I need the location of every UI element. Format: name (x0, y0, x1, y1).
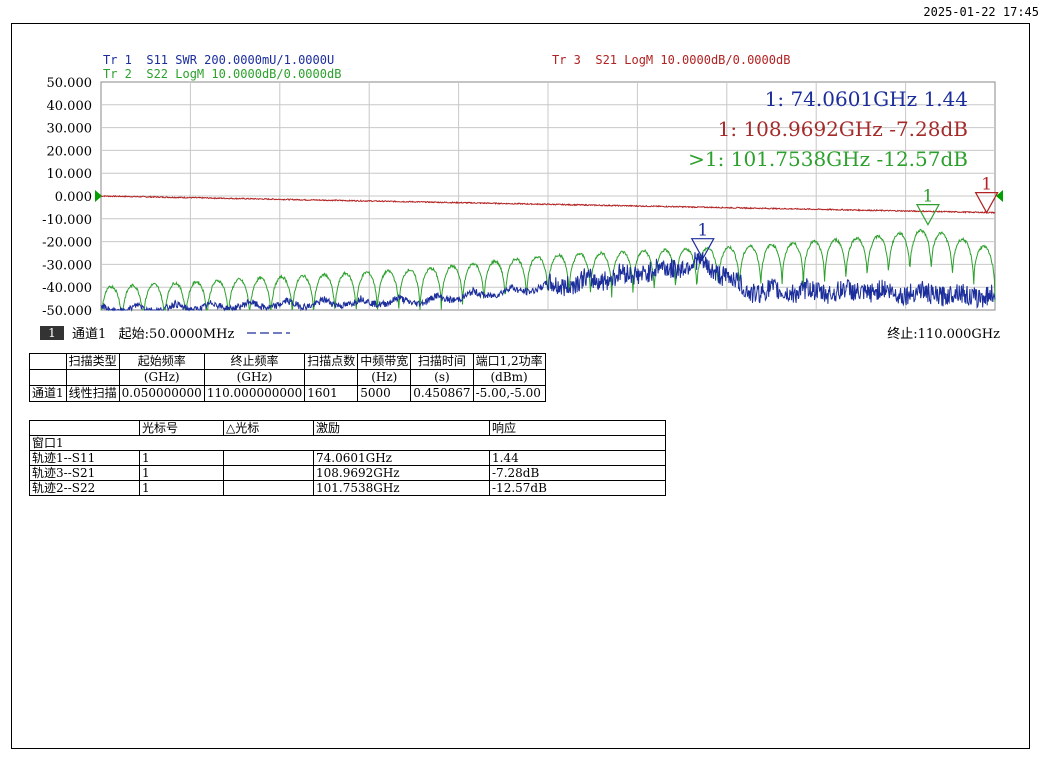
channel-table-header: 起始频率 (118, 353, 205, 370)
marker-label: 1 (923, 187, 934, 207)
channel-table-unit-row: (GHz) (GHz) (Hz) (s) (dBm) (29, 369, 546, 386)
marker-table-cell: 1 (139, 480, 224, 496)
channel-number: 1 (48, 326, 56, 340)
channel-table-unit: (Hz) (357, 369, 412, 386)
channel-table-header (29, 353, 67, 370)
marker-readout: 1: 108.9692GHz -7.28dB (718, 117, 968, 141)
channel-table-cell: -5.00,-5.00 (472, 385, 546, 402)
channel-table-header-row: 扫描类型 起始频率 终止频率 扫描点数 中频带宽 扫描时间 端口1,2功率 (29, 353, 546, 370)
channel-table-unit: (s) (410, 369, 474, 386)
marker-table-row: 轨迹2--S22 1 101.7538GHz -12.57dB (29, 480, 666, 496)
marker-table-header-row: 光标号 △光标 激励 响应 (29, 420, 666, 436)
channel-table-unit (304, 369, 359, 386)
y-tick-label: -10.000 (42, 213, 92, 228)
channel-table-unit (29, 369, 67, 386)
marker-table-window-label: 窗口1 (29, 435, 666, 451)
channel-bar: 1 通道1 起始:50.0000MHz 终止:110.000GHz (40, 326, 1000, 342)
trace-label-tr1[interactable]: Tr 1 S11 SWR 200.0000mU/1.0000U (103, 53, 334, 67)
channel-table-header: 端口1,2功率 (472, 353, 546, 370)
channel-table-cell: 线性扫描 (65, 385, 120, 402)
channel-settings-table: 扫描类型 起始频率 终止频率 扫描点数 中频带宽 扫描时间 端口1,2功率 (G… (29, 353, 546, 402)
channel-table-cell: 1601 (304, 385, 359, 402)
channel-table-header: 终止频率 (203, 353, 306, 370)
channel-table-header: 扫描点数 (304, 353, 359, 370)
marker-table-cell: 108.9692GHz (313, 465, 490, 481)
channel-table-cell: 110.000000000 (203, 385, 306, 402)
marker-label: 1 (697, 221, 708, 241)
y-tick-label: -40.000 (42, 281, 92, 296)
marker-table-cell (223, 465, 314, 481)
marker-table-header: 激励 (313, 420, 490, 436)
marker-table-window-row: 窗口1 (29, 435, 666, 451)
trace-label-tr3[interactable]: Tr 3 S21 LogM 10.0000dB/0.0000dB (552, 53, 790, 67)
marker-table-cell: 1.44 (489, 450, 666, 466)
marker-table-cell: 轨迹3--S21 (29, 465, 140, 481)
channel-table-cell: 通道1 (29, 385, 67, 402)
y-tick-label: 40.000 (47, 99, 93, 114)
marker-table-cell: 74.0601GHz (313, 450, 490, 466)
channel-table-unit: (GHz) (118, 369, 205, 386)
marker-table-cell (223, 480, 314, 496)
channel-table-unit: (dBm) (472, 369, 546, 386)
marker-table-cell: 轨迹2--S22 (29, 480, 140, 496)
marker-readout: 1: 74.0601GHz 1.44 (765, 87, 968, 111)
marker-readout: >1: 101.7538GHz -12.57dB (688, 147, 968, 171)
y-tick-label: -30.000 (42, 258, 92, 273)
channel-stop-label: 终止:110.000GHz (887, 326, 1000, 342)
trace-label-tr2[interactable]: Tr 2 S22 LogM 10.0000dB/0.0000dB (103, 67, 341, 81)
marker-table-row: 轨迹1--S11 1 74.0601GHz 1.44 (29, 450, 666, 466)
marker-table-header: 光标号 (139, 420, 224, 436)
marker-table-header (29, 420, 140, 436)
channel-table-row: 通道1 线性扫描 0.050000000 110.000000000 1601 … (29, 385, 546, 402)
marker-table-cell: 轨迹1--S11 (29, 450, 140, 466)
marker-table: 光标号 △光标 激励 响应 窗口1 轨迹1--S11 1 74.0601GHz … (29, 420, 666, 496)
y-tick-label: -20.000 (42, 236, 92, 251)
marker-table-cell: -12.57dB (489, 480, 666, 496)
y-tick-label: 10.000 (47, 167, 93, 182)
y-tick-label: 0.000 (55, 190, 92, 205)
marker-table-cell (223, 450, 314, 466)
marker-table-cell: 1 (139, 465, 224, 481)
channel-table-cell: 5000 (357, 385, 412, 402)
y-tick-label: 30.000 (47, 122, 93, 137)
channel-table-header: 扫描类型 (65, 353, 120, 370)
marker-table-header: △光标 (223, 420, 314, 436)
y-axis-ticks: 50.000 40.000 30.000 20.000 10.000 0.000 -10.0… (42, 76, 92, 319)
marker-table-cell: 1 (139, 450, 224, 466)
channel-table-unit (65, 369, 120, 386)
channel-table-unit: (GHz) (203, 369, 306, 386)
y-tick-label: -50.000 (42, 304, 92, 319)
y-tick-label: 20.000 (47, 144, 93, 159)
marker-table-row: 轨迹3--S21 1 108.9692GHz -7.28dB (29, 465, 666, 481)
marker-label: 1 (981, 175, 992, 195)
channel-table-cell: 0.050000000 (118, 385, 205, 402)
channel-table-header: 扫描时间 (410, 353, 474, 370)
channel-table-cell: 0.450867 (410, 385, 474, 402)
reference-arrow-right (996, 190, 1003, 202)
chart-area: 50.000 40.000 30.000 20.000 10.000 0.000 -10.0… (40, 53, 1003, 342)
marker-table-header: 响应 (489, 420, 666, 436)
marker-table-cell: 101.7538GHz (313, 480, 490, 496)
y-tick-label: 50.000 (47, 76, 93, 91)
channel-table-header: 中频带宽 (357, 353, 412, 370)
channel-start-label: 通道1 起始:50.0000MHz (72, 327, 234, 342)
marker-table-cell: -7.28dB (489, 465, 666, 481)
